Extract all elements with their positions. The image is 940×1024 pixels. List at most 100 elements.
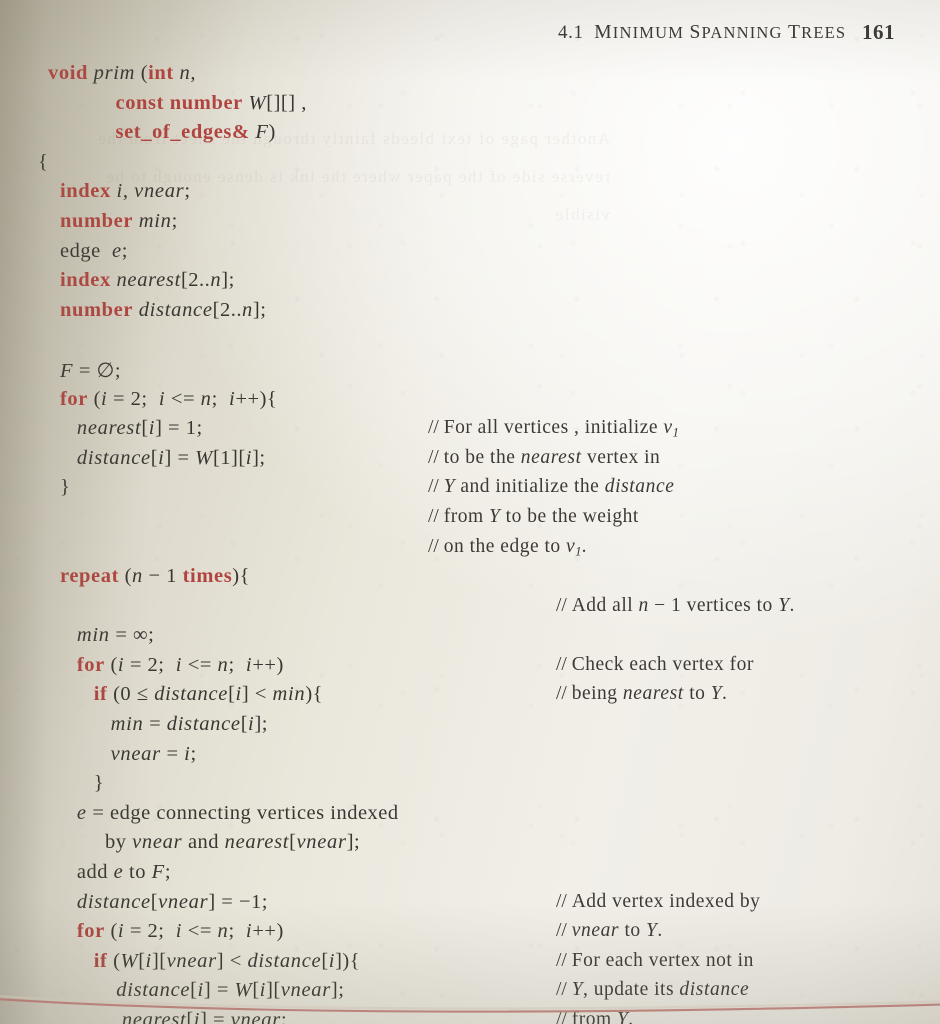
- code-text: to: [123, 861, 152, 884]
- code-text: ;: [164, 861, 172, 884]
- comment-variable: Y: [489, 505, 501, 527]
- code-keyword: for: [76, 653, 105, 676]
- code-identifier: W: [195, 446, 213, 469]
- code-text: vertex in: [581, 446, 661, 468]
- code-identifier: min: [110, 713, 144, 736]
- comment-identifier: nearest: [622, 683, 684, 705]
- code-line-text: edge e;: [60, 240, 128, 263]
- code-comment: // For each vertex not in: [556, 950, 754, 972]
- code-text: = ∅;: [73, 359, 122, 382]
- code-text: = 2;: [107, 387, 159, 410]
- code-line-text: min = ∞;: [60, 624, 154, 647]
- code-text: [][] ,: [266, 91, 307, 114]
- code-keyword: for: [60, 387, 88, 410]
- code-line: {: [0, 151, 940, 181]
- code-identifier: vnear: [158, 890, 209, 913]
- code-line-text: e = edge connecting vertices indexed: [60, 802, 399, 825]
- code-text: ];: [254, 713, 268, 736]
- code-line: } // Y and initialize the distance: [0, 476, 940, 506]
- comment-slashes: //: [556, 890, 572, 912]
- code-keyword: if: [93, 683, 108, 706]
- code-text: =: [160, 742, 185, 765]
- code-identifier: W: [248, 91, 267, 114]
- code-text: <=: [182, 920, 218, 943]
- code-identifier: nearest: [224, 831, 290, 854]
- code-comment: // Add vertex indexed by: [556, 891, 760, 913]
- code-text: = edge connecting vertices indexed: [86, 801, 399, 824]
- code-identifier: min: [138, 209, 172, 232]
- code-text: [: [190, 979, 198, 1002]
- comment-variable: Y: [571, 979, 584, 1001]
- code-text: ){: [305, 683, 324, 706]
- code-keyword: repeat: [60, 565, 120, 588]
- code-text: (: [104, 920, 118, 943]
- code-keyword: number: [60, 298, 134, 321]
- code-identifier: distance: [166, 713, 241, 736]
- code-line: min = ∞;: [0, 624, 940, 654]
- code-comment: // from Y.: [556, 1009, 634, 1024]
- code-line: nearest[i] = 1; // For all vertices , ini…: [0, 417, 940, 447]
- code-line: number min;: [0, 210, 940, 240]
- code-identifier: min: [76, 624, 110, 647]
- code-text: ;: [280, 1009, 288, 1024]
- code-comment: // Y and initialize the distance: [428, 476, 675, 498]
- running-head: 4.1 MINIMUM SPANNING TREES 161: [0, 20, 940, 56]
- code-identifier: n: [131, 565, 143, 588]
- code-line-text: nearest[i] = 1;: [60, 417, 203, 440]
- code-text: ,: [190, 62, 197, 84]
- code-identifier: prim: [93, 62, 136, 84]
- comment-identifier: nearest: [520, 446, 582, 468]
- comment-slashes: //: [428, 535, 444, 557]
- code-line: edge e;: [0, 240, 940, 270]
- code-text: For each vertex not in: [571, 949, 754, 971]
- title-word-body: PANNING: [701, 23, 783, 42]
- code-identifier: vnear: [296, 831, 347, 854]
- code-line: if (W[i][vnear] < distance[i]){// For ea…: [0, 950, 940, 980]
- code-text: = ∞;: [109, 624, 155, 647]
- code-identifier: min: [272, 683, 306, 706]
- code-keyword: int: [148, 62, 174, 84]
- code-identifier: vnear: [132, 831, 183, 854]
- comment-slashes: //: [556, 594, 572, 616]
- subscript: 1: [672, 425, 679, 440]
- code-text: }: [60, 772, 105, 795]
- comment-identifier: distance: [604, 476, 675, 498]
- code-line-text: index nearest[2..n];: [60, 269, 235, 292]
- code-listing: void prim ( int n, const number W[][] , s…: [0, 62, 940, 1024]
- code-line-text: distance[vnear] = −1;: [60, 891, 268, 914]
- code-line: for (i = 2; i <= n; i++) // Check each ve…: [0, 654, 940, 684]
- code-text: [2..: [212, 298, 242, 321]
- code-text: ,: [122, 180, 135, 203]
- code-text: ){: [232, 565, 250, 588]
- code-line-text: }: [60, 772, 104, 795]
- code-comment: // Add all n − 1 vertices to Y.: [556, 595, 795, 617]
- code-line: index nearest[2..n];: [0, 269, 940, 299]
- code-text: [: [138, 949, 146, 972]
- code-text: .: [789, 594, 795, 616]
- code-identifier: distance: [138, 298, 213, 321]
- code-line: const number W[][] ,: [0, 92, 940, 122]
- code-keyword: times: [182, 565, 233, 588]
- code-text: Add vertex indexed by: [571, 890, 761, 912]
- code-identifier: distance: [76, 446, 151, 469]
- code-identifier: distance: [247, 949, 322, 972]
- code-keyword: set_of_edges&: [115, 121, 250, 144]
- code-line-text: F = ∅;: [60, 358, 121, 383]
- title-word-body: INIMUM: [612, 23, 685, 42]
- code-line-text: if (0 ≤ distance[i] < min){: [60, 683, 323, 706]
- code-keyword: index: [60, 269, 111, 292]
- code-line: number distance[2..n];: [0, 299, 940, 329]
- code-line-text: for (i = 2; i <= n; i++){: [60, 388, 277, 411]
- code-text: ): [268, 121, 276, 144]
- code-identifier: n: [241, 298, 253, 321]
- code-keyword: void: [48, 62, 88, 84]
- code-text: ];: [252, 298, 267, 321]
- code-identifier: vnear: [280, 979, 331, 1002]
- code-text: to: [683, 683, 711, 705]
